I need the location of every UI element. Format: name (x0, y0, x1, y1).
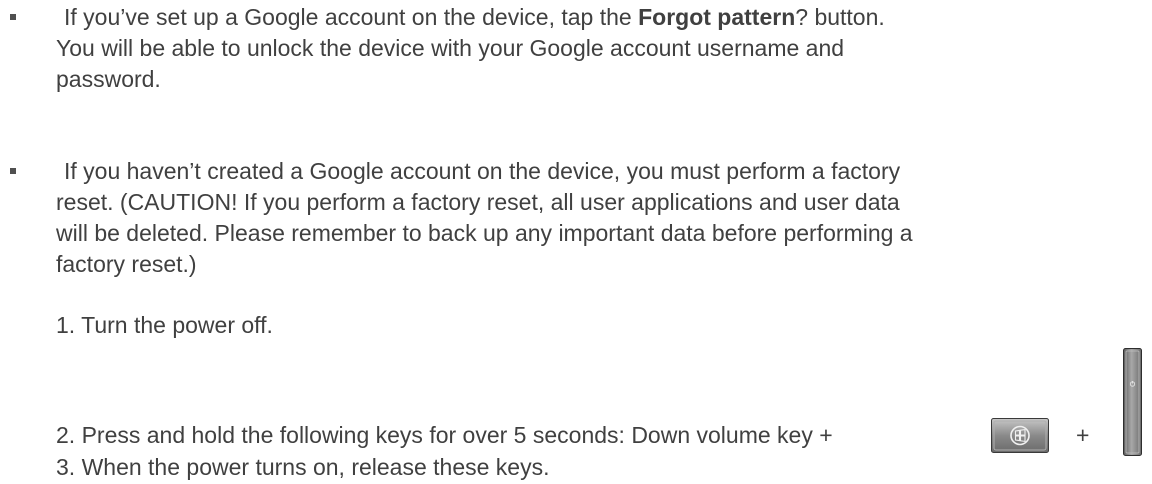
windows-home-key-icon (991, 418, 1049, 453)
bullet-marker (10, 14, 16, 20)
bullet-text: If you’ve set up a Google account on the… (56, 2, 1136, 95)
step-3: 3. When the power turns on, release thes… (56, 454, 550, 480)
bullet-2-line3: will be deleted. Please remember to back… (56, 220, 913, 246)
bullet-1-line1-pre: If you’ve set up a Google account on the… (64, 4, 639, 30)
bullet-text: If you haven’t created a Google account … (56, 156, 1136, 280)
step-2: 2. Press and hold the following keys for… (56, 422, 833, 448)
power-key-icon (1123, 348, 1142, 456)
step-1: 1. Turn the power off. (56, 312, 273, 338)
plus-sign: + (1076, 422, 1090, 448)
document-page: If you’ve set up a Google account on the… (0, 0, 1152, 484)
bullet-2-line1: If you haven’t created a Google account … (64, 158, 901, 184)
bullet-1-line1-post: ? button. (795, 4, 885, 30)
forgot-pattern-label: Forgot pattern (638, 4, 796, 30)
bullet-1-line3: password. (56, 66, 161, 92)
bullet-marker (10, 168, 16, 174)
bullet-1-line2: You will be able to unlock the device wi… (56, 35, 845, 61)
bullet-2-line4: factory reset.) (56, 251, 197, 277)
bullet-2-line2: reset. (CAUTION! If you perform a factor… (56, 189, 900, 215)
